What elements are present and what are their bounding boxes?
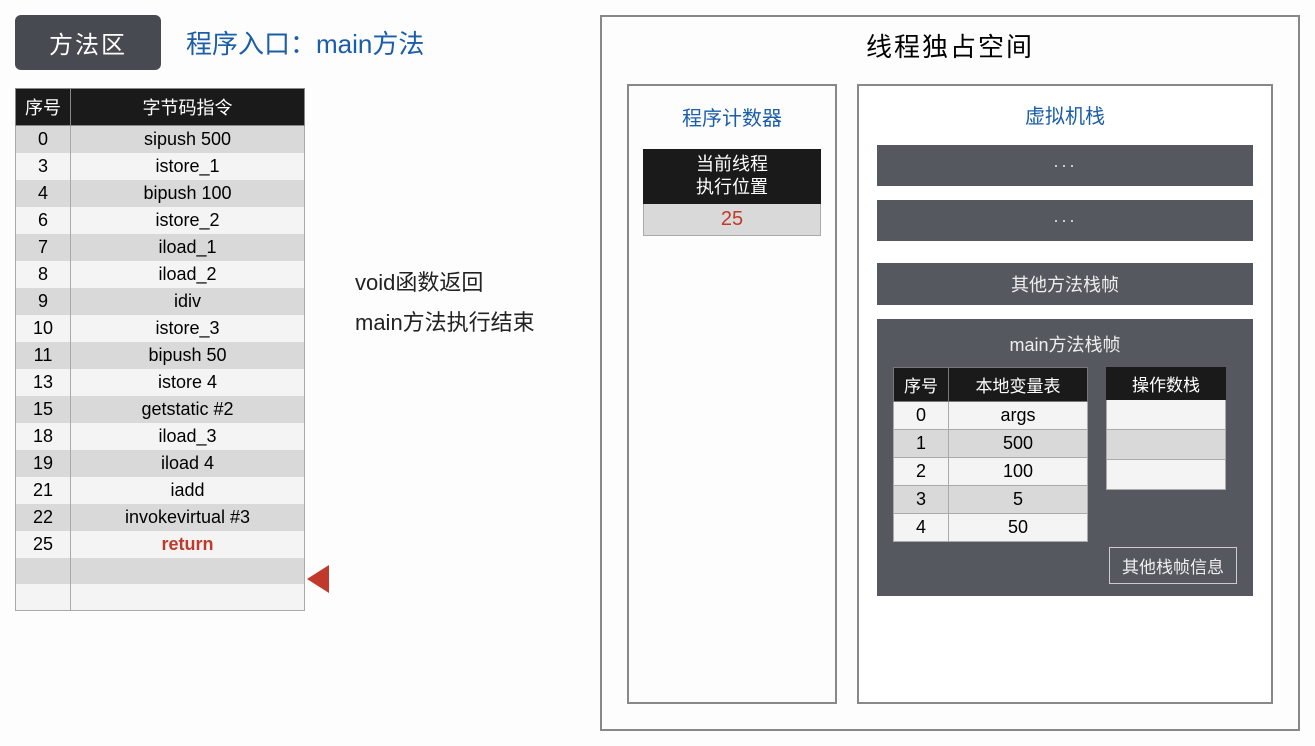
- frame-footer: 其他栈帧信息: [1109, 547, 1237, 584]
- bytecode-seq: 21: [16, 477, 71, 504]
- lv-row: 35: [894, 486, 1088, 514]
- bytecode-instr: istore 4: [71, 369, 305, 396]
- bytecode-row: 15getstatic #2: [16, 396, 305, 423]
- lv-seq: 0: [894, 402, 949, 430]
- op-row: [1106, 400, 1226, 430]
- lv-header-val: 本地变量表: [949, 368, 1088, 402]
- bytecode-row: 6istore_2: [16, 207, 305, 234]
- lv-val: 100: [949, 458, 1088, 486]
- bytecode-row: 3istore_1: [16, 153, 305, 180]
- lv-seq: 2: [894, 458, 949, 486]
- bytecode-instr: bipush 100: [71, 180, 305, 207]
- method-area-badge: 方法区: [15, 15, 161, 70]
- lv-seq: 4: [894, 514, 949, 542]
- bytecode-row: 11bipush 50: [16, 342, 305, 369]
- operand-stack: 操作数栈: [1106, 367, 1226, 542]
- operand-stack-header: 操作数栈: [1106, 367, 1226, 400]
- bytecode-seq: 10: [16, 315, 71, 342]
- frame-title: main方法栈帧: [893, 331, 1237, 357]
- bytecode-table: 序号 字节码指令 0sipush 5003istore_14bipush 100…: [15, 88, 305, 611]
- thread-area-title: 线程独占空间: [627, 27, 1273, 64]
- bytecode-seq: 13: [16, 369, 71, 396]
- bytecode-row: 18iload_3: [16, 423, 305, 450]
- bytecode-instr: sipush 500: [71, 126, 305, 154]
- bytecode-seq: 9: [16, 288, 71, 315]
- vm-stack-title: 虚拟机栈: [877, 100, 1253, 129]
- bytecode-row: 22invokevirtual #3: [16, 504, 305, 531]
- bytecode-instr: idiv: [71, 288, 305, 315]
- main-stack-frame: main方法栈帧 序号 本地变量表 0args1500210035450: [877, 319, 1253, 596]
- bytecode-seq: 11: [16, 342, 71, 369]
- lv-row: 1500: [894, 430, 1088, 458]
- bytecode-row: 13istore 4: [16, 369, 305, 396]
- bytecode-row-empty: [16, 584, 305, 610]
- bytecode-instr: istore_2: [71, 207, 305, 234]
- lv-header-seq: 序号: [894, 368, 949, 402]
- bytecode-row: 7iload_1: [16, 234, 305, 261]
- lv-seq: 1: [894, 430, 949, 458]
- bytecode-instr: istore_1: [71, 153, 305, 180]
- bytecode-seq: 22: [16, 504, 71, 531]
- bytecode-seq: 0: [16, 126, 71, 154]
- note-line1: void函数返回: [355, 263, 535, 303]
- bytecode-instr: iadd: [71, 477, 305, 504]
- bytecode-instr: invokevirtual #3: [71, 504, 305, 531]
- bytecode-seq: 15: [16, 396, 71, 423]
- pc-header: 当前线程 执行位置: [643, 149, 821, 204]
- bytecode-row-empty: [16, 558, 305, 584]
- stack-slot-2: ···: [877, 200, 1253, 241]
- execution-note: void函数返回 main方法执行结束: [355, 263, 535, 342]
- bytecode-instr: iload 4: [71, 450, 305, 477]
- bytecode-instr: istore_3: [71, 315, 305, 342]
- op-row: [1106, 430, 1226, 460]
- bytecode-row: 25return: [16, 531, 305, 558]
- bytecode-seq: 3: [16, 153, 71, 180]
- bytecode-header-seq: 序号: [16, 89, 71, 126]
- local-variable-table: 序号 本地变量表 0args1500210035450: [893, 367, 1088, 542]
- bytecode-seq: 4: [16, 180, 71, 207]
- other-frames-label: 其他方法栈帧: [877, 263, 1253, 305]
- program-counter-box: 程序计数器 当前线程 执行位置 25: [627, 84, 837, 704]
- lv-row: 0args: [894, 402, 1088, 430]
- bytecode-row: 21iadd: [16, 477, 305, 504]
- lv-val: args: [949, 402, 1088, 430]
- bytecode-row: 8iload_2: [16, 261, 305, 288]
- lv-val: 500: [949, 430, 1088, 458]
- bytecode-row: 4bipush 100: [16, 180, 305, 207]
- bytecode-row: 9idiv: [16, 288, 305, 315]
- bytecode-seq: 8: [16, 261, 71, 288]
- bytecode-seq: 25: [16, 531, 71, 558]
- bytecode-row: 19iload 4: [16, 450, 305, 477]
- stack-slot-1: ···: [877, 145, 1253, 186]
- program-counter-title: 程序计数器: [643, 102, 821, 131]
- op-row: [1106, 460, 1226, 490]
- bytecode-instr: getstatic #2: [71, 396, 305, 423]
- entry-point-label: 程序入口：main方法: [186, 24, 424, 61]
- bytecode-seq: 7: [16, 234, 71, 261]
- bytecode-seq: 18: [16, 423, 71, 450]
- bytecode-instr: return: [71, 531, 305, 558]
- bytecode-instr: iload_2: [71, 261, 305, 288]
- lv-row: 450: [894, 514, 1088, 542]
- pc-value: 25: [643, 204, 821, 236]
- lv-seq: 3: [894, 486, 949, 514]
- bytecode-instr: iload_3: [71, 423, 305, 450]
- bytecode-row: 0sipush 500: [16, 126, 305, 154]
- bytecode-instr: iload_1: [71, 234, 305, 261]
- bytecode-seq: 6: [16, 207, 71, 234]
- vm-stack-box: 虚拟机栈 ··· ··· 其他方法栈帧 main方法栈帧 序号 本地变量表: [857, 84, 1273, 704]
- note-line2: main方法执行结束: [355, 303, 535, 343]
- bytecode-instr: bipush 50: [71, 342, 305, 369]
- bytecode-header-instr: 字节码指令: [71, 89, 305, 126]
- lv-row: 2100: [894, 458, 1088, 486]
- lv-val: 5: [949, 486, 1088, 514]
- current-instruction-arrow-icon: [307, 565, 329, 593]
- bytecode-seq: 19: [16, 450, 71, 477]
- bytecode-row: 10istore_3: [16, 315, 305, 342]
- lv-val: 50: [949, 514, 1088, 542]
